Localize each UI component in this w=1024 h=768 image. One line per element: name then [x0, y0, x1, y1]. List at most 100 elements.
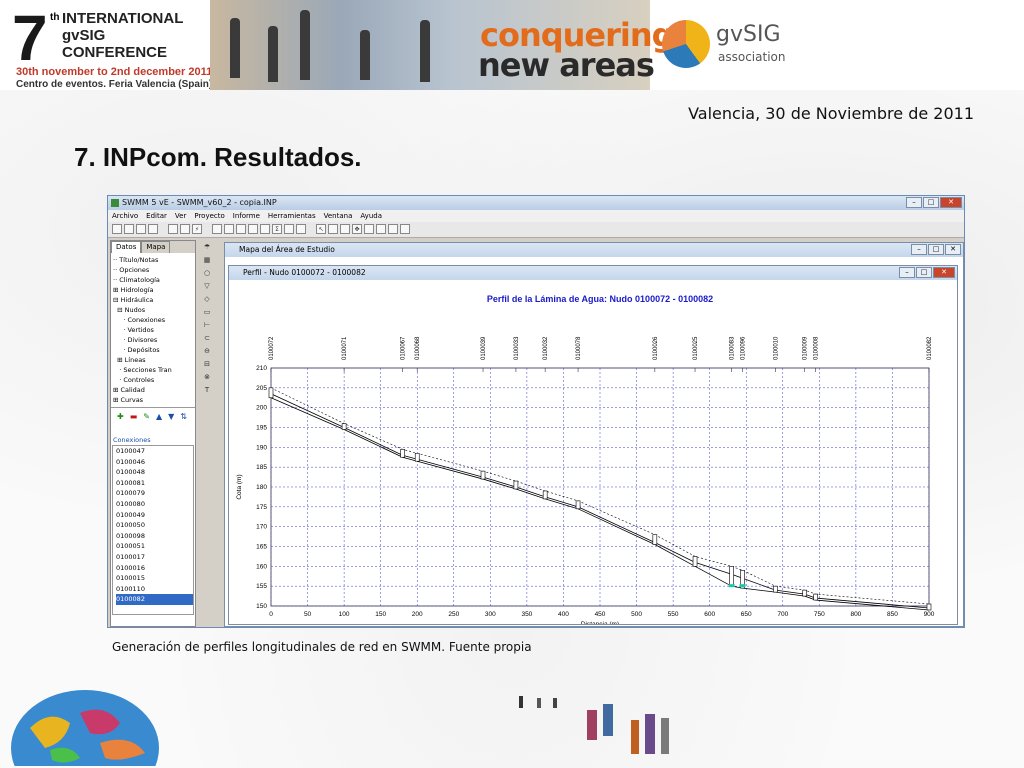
- junction-icon[interactable]: ○: [202, 268, 212, 278]
- print-icon[interactable]: [148, 224, 158, 234]
- menu-herramientas[interactable]: Herramientas: [268, 210, 316, 222]
- menu-ayuda[interactable]: Ayuda: [360, 210, 382, 222]
- tree-item[interactable]: · Conexiones: [113, 315, 193, 325]
- list-item[interactable]: 0100079: [116, 488, 193, 499]
- menu-proyecto[interactable]: Proyecto: [194, 210, 224, 222]
- divider-icon[interactable]: ◇: [202, 294, 212, 304]
- list-item[interactable]: 0100048: [116, 467, 193, 478]
- tree-item[interactable]: ⊞ Curvas: [113, 395, 193, 405]
- x-tick-label: 250: [448, 611, 459, 618]
- menu-ver[interactable]: Ver: [175, 210, 186, 222]
- copy-icon[interactable]: [168, 224, 178, 234]
- tab-mapa[interactable]: Mapa: [141, 241, 171, 253]
- rain-gage-icon[interactable]: ☂: [202, 242, 212, 252]
- tree-item[interactable]: · Divisores: [113, 335, 193, 345]
- new-file-icon[interactable]: [112, 224, 122, 234]
- map-close-button[interactable]: ✕: [945, 244, 961, 255]
- list-item[interactable]: 0100080: [116, 499, 193, 510]
- menu-ventana[interactable]: Ventana: [324, 210, 353, 222]
- tab-datos[interactable]: Datos: [111, 241, 142, 253]
- open-file-icon[interactable]: [124, 224, 134, 234]
- profile-plot-icon[interactable]: [224, 224, 234, 234]
- move-down-icon[interactable]: ▼: [168, 412, 174, 432]
- tree-item[interactable]: ⊟ Nudos: [113, 305, 193, 315]
- vertex-icon[interactable]: [328, 224, 338, 234]
- minimize-button[interactable]: –: [906, 197, 922, 208]
- profile-maximize-button[interactable]: □: [916, 267, 932, 278]
- orifice-icon[interactable]: ⊖: [202, 346, 212, 356]
- tree-item[interactable]: · Depósitos: [113, 345, 193, 355]
- profile-window-titlebar[interactable]: Perfil - Nudo 0100072 - 0100082 – □ ✕: [229, 266, 957, 280]
- node-label: 0100072: [269, 336, 275, 360]
- table-icon[interactable]: [260, 224, 270, 234]
- storage-icon[interactable]: ▭: [202, 307, 212, 317]
- profile-close-button[interactable]: ✕: [933, 267, 955, 278]
- tree-item[interactable]: ·· Climatología: [113, 275, 193, 285]
- pump-icon[interactable]: ⊂: [202, 333, 212, 343]
- list-item[interactable]: 0100049: [116, 510, 193, 521]
- map-minimize-button[interactable]: –: [911, 244, 927, 255]
- subcatchment-icon[interactable]: ▦: [202, 255, 212, 265]
- tree-item[interactable]: · Vertidos: [113, 325, 193, 335]
- manhole-box: [400, 449, 405, 458]
- close-button[interactable]: ✕: [940, 197, 962, 208]
- conf-line1: INTERNATIONAL: [62, 10, 184, 27]
- list-item[interactable]: 0100015: [116, 573, 193, 584]
- menu-editar[interactable]: Editar: [146, 210, 167, 222]
- tree-item[interactable]: · Controles: [113, 375, 193, 385]
- outlet-icon[interactable]: ⊗: [202, 372, 212, 382]
- maximize-button[interactable]: □: [923, 197, 939, 208]
- list-item-selected[interactable]: 0100082: [116, 594, 193, 605]
- tree-item[interactable]: ⊞ Hidrología: [113, 285, 193, 295]
- sort-icon[interactable]: ⇅: [180, 412, 187, 432]
- options-icon[interactable]: [284, 224, 294, 234]
- tree-item[interactable]: ⊞ Líneas: [113, 355, 193, 365]
- manhole-box: [802, 589, 808, 597]
- profile-minimize-button[interactable]: –: [899, 267, 915, 278]
- query-icon[interactable]: [212, 224, 222, 234]
- menu-informe[interactable]: Informe: [233, 210, 260, 222]
- delete-icon[interactable]: ▬: [130, 412, 138, 432]
- list-item[interactable]: 0100098: [116, 531, 193, 542]
- map-maximize-button[interactable]: □: [928, 244, 944, 255]
- list-item[interactable]: 0100050: [116, 520, 193, 531]
- list-item[interactable]: 0100046: [116, 457, 193, 468]
- scatter-plot-icon[interactable]: [248, 224, 258, 234]
- time-plot-icon[interactable]: [236, 224, 246, 234]
- window-titlebar[interactable]: SWMM 5 vE - SWMM_v60_2 - copia.INP – □ ✕: [108, 196, 964, 210]
- tree-item[interactable]: · Secciones Tran: [113, 365, 193, 375]
- select-arrow-icon[interactable]: ↖: [316, 224, 326, 234]
- conduit-icon[interactable]: ⊢: [202, 320, 212, 330]
- object-tools: ✚ ▬ ✎ ▲ ▼ ⇅: [111, 408, 195, 436]
- stats-icon[interactable]: Σ: [272, 224, 282, 234]
- find-icon[interactable]: [180, 224, 190, 234]
- calibration-icon[interactable]: [296, 224, 306, 234]
- tree-item[interactable]: ·· Opciones: [113, 265, 193, 275]
- list-item[interactable]: 0100051: [116, 541, 193, 552]
- list-item[interactable]: 0100047: [116, 446, 193, 457]
- tree-item[interactable]: ·· Título/Notas: [113, 255, 193, 265]
- list-item[interactable]: 0100017: [116, 552, 193, 563]
- save-icon[interactable]: [136, 224, 146, 234]
- pan-icon[interactable]: ✥: [352, 224, 362, 234]
- full-extent-icon[interactable]: [388, 224, 398, 234]
- map-window-titlebar[interactable]: Mapa del Área de Estudio – □ ✕: [225, 243, 963, 257]
- region-icon[interactable]: [340, 224, 350, 234]
- move-up-icon[interactable]: ▲: [156, 412, 162, 432]
- list-item[interactable]: 0100110: [116, 584, 193, 595]
- list-item[interactable]: 0100016: [116, 563, 193, 574]
- tree-item[interactable]: ⊟ Hidráulica: [113, 295, 193, 305]
- zoom-in-icon[interactable]: [364, 224, 374, 234]
- run-icon[interactable]: ⚡: [192, 224, 202, 234]
- zoom-out-icon[interactable]: [376, 224, 386, 234]
- text-label-icon[interactable]: T: [202, 385, 212, 395]
- list-item[interactable]: 0100081: [116, 478, 193, 489]
- tree-item[interactable]: ⊞ Calidad: [113, 385, 193, 395]
- outfall-icon[interactable]: ▽: [202, 281, 212, 291]
- measure-icon[interactable]: [400, 224, 410, 234]
- x-tick-label: 600: [704, 611, 715, 618]
- weir-icon[interactable]: ⊟: [202, 359, 212, 369]
- menu-archivo[interactable]: Archivo: [112, 210, 138, 222]
- edit-icon[interactable]: ✎: [143, 412, 150, 432]
- add-icon[interactable]: ✚: [117, 412, 124, 432]
